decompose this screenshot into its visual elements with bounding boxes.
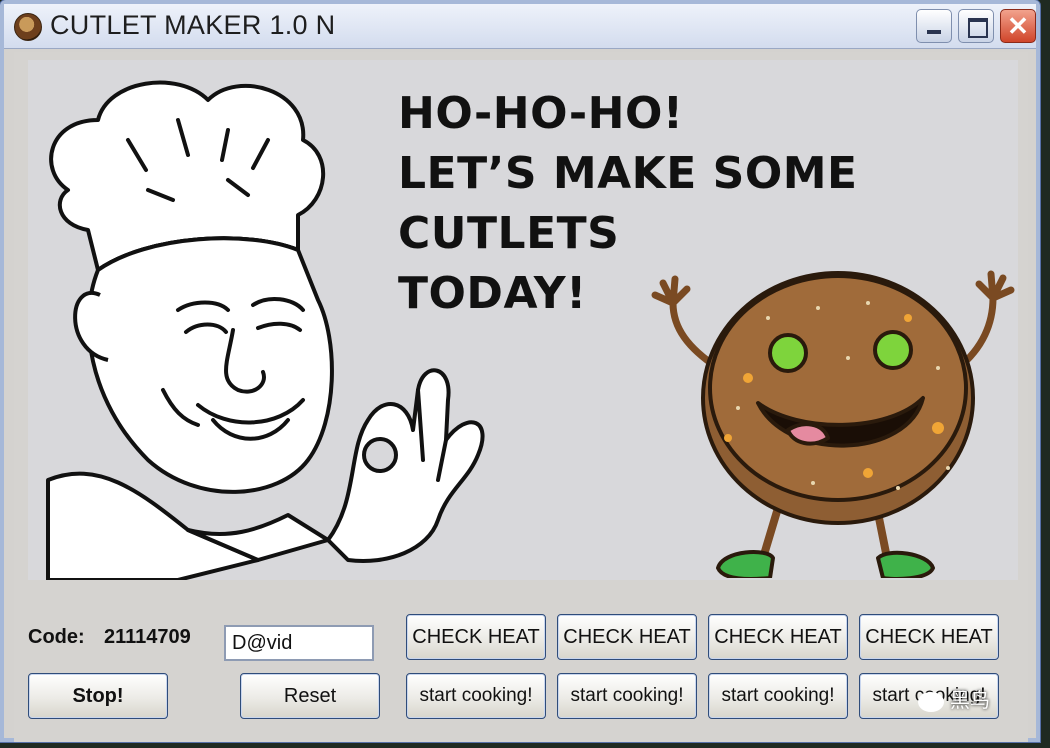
watermark: 黑鸟 xyxy=(918,684,990,713)
minimize-button[interactable] xyxy=(916,9,952,43)
window-title: CUTLET MAKER 1.0 N xyxy=(50,10,336,40)
code-label: Code: xyxy=(28,626,85,648)
maximize-icon xyxy=(968,18,988,38)
check-heat-button-3[interactable]: CHECK HEAT xyxy=(708,614,848,660)
headline-line: CUTLETS xyxy=(398,208,620,259)
close-button[interactable]: ✕ xyxy=(1000,9,1036,43)
start-cooking-button-1[interactable]: start cooking! xyxy=(406,673,546,719)
title-bar[interactable]: CUTLET MAKER 1.0 N ✕ xyxy=(4,4,1036,49)
start-cooking-button-3[interactable]: start cooking! xyxy=(708,673,848,719)
check-heat-button-1[interactable]: CHECK HEAT xyxy=(406,614,546,660)
headline-line: HO-HO-HO! xyxy=(398,88,684,139)
close-icon: ✕ xyxy=(1007,11,1029,41)
watermark-text: 黑鸟 xyxy=(950,690,990,712)
headline-line: LET’S MAKE SOME xyxy=(398,148,858,199)
start-cooking-button-2[interactable]: start cooking! xyxy=(557,673,697,719)
banner-image: HO-HO-HO! LET’S MAKE SOME CUTLETS TODAY! xyxy=(28,60,1018,580)
wechat-icon xyxy=(918,691,944,712)
client-area: HO-HO-HO! LET’S MAKE SOME CUTLETS TODAY! xyxy=(14,52,1028,742)
minimize-icon xyxy=(927,30,941,34)
cutlet-illustration xyxy=(651,270,1015,578)
name-input[interactable] xyxy=(224,625,374,661)
reset-button[interactable]: Reset xyxy=(240,673,380,719)
check-heat-button-4[interactable]: CHECK HEAT xyxy=(859,614,999,660)
check-heat-button-2[interactable]: CHECK HEAT xyxy=(557,614,697,660)
app-icon xyxy=(14,13,42,41)
stop-button[interactable]: Stop! xyxy=(28,673,168,719)
app-window: CUTLET MAKER 1.0 N ✕ HO-HO-HO! LET’S MAK… xyxy=(0,0,1040,742)
code-value: 21114709 xyxy=(104,626,191,648)
maximize-button[interactable] xyxy=(958,9,994,43)
